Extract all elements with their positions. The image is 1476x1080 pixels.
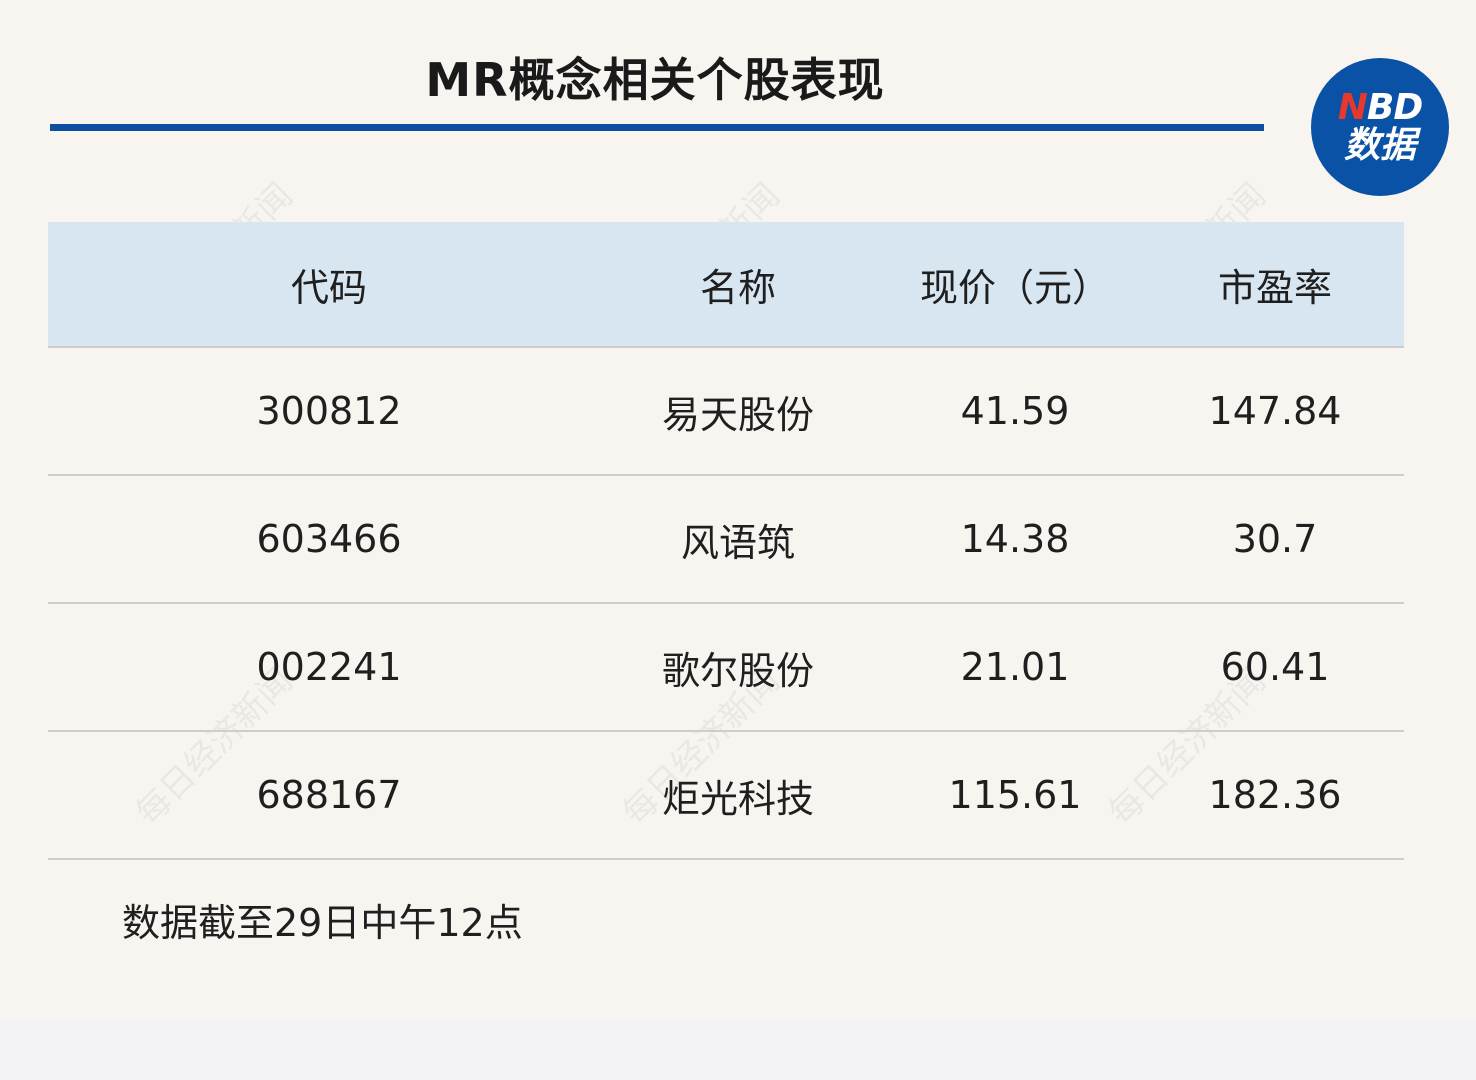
cell-pe: 60.41 — [1220, 645, 1330, 689]
column-header-code: 代码 — [290, 265, 367, 310]
table-row: 603466 风语筑 14.38 30.7 — [48, 476, 1404, 604]
logo-sub-text: 数据 — [1343, 125, 1416, 166]
cell-pe: 147.84 — [1208, 389, 1342, 433]
cell-price: 115.61 — [948, 773, 1082, 817]
cell-name: 易天股份 — [661, 392, 814, 437]
nbd-logo: NBD 数据 — [1311, 58, 1449, 196]
cell-name: 炬光科技 — [661, 776, 814, 821]
column-header-name: 名称 — [699, 265, 776, 310]
cell-price: 21.01 — [960, 645, 1070, 689]
cell-price: 14.38 — [960, 517, 1070, 561]
cell-price: 41.59 — [960, 389, 1070, 433]
table-row: 300812 易天股份 41.59 147.84 — [48, 348, 1404, 476]
column-header-pe: 市盈率 — [1217, 265, 1332, 310]
stock-table: 代码 名称 现价（元） 市盈率 300812 易天股份 41.59 147.84… — [48, 222, 1404, 860]
cell-code: 603466 — [256, 517, 402, 561]
cell-name: 歌尔股份 — [661, 648, 814, 693]
cell-code: 300812 — [256, 389, 402, 433]
cell-pe: 182.36 — [1208, 773, 1342, 817]
column-header-price: 现价（元） — [919, 265, 1110, 310]
table-row: 002241 歌尔股份 21.01 60.41 — [48, 604, 1404, 732]
data-source-note: 数据截至29日中午12点 — [122, 901, 523, 945]
cell-name: 风语筑 — [680, 520, 795, 565]
page-title: MR概念相关个股表现 — [425, 53, 885, 107]
bottom-band — [0, 1020, 1476, 1080]
table-header-row: 代码 名称 现价（元） 市盈率 — [48, 222, 1404, 348]
table-row: 688167 炬光科技 115.61 182.36 — [48, 732, 1404, 860]
logo-nbd-text: NBD — [1337, 87, 1423, 128]
cell-pe: 30.7 — [1232, 517, 1318, 561]
cell-code: 688167 — [256, 773, 402, 817]
title-underline — [50, 124, 1264, 131]
cell-code: 002241 — [256, 645, 402, 689]
